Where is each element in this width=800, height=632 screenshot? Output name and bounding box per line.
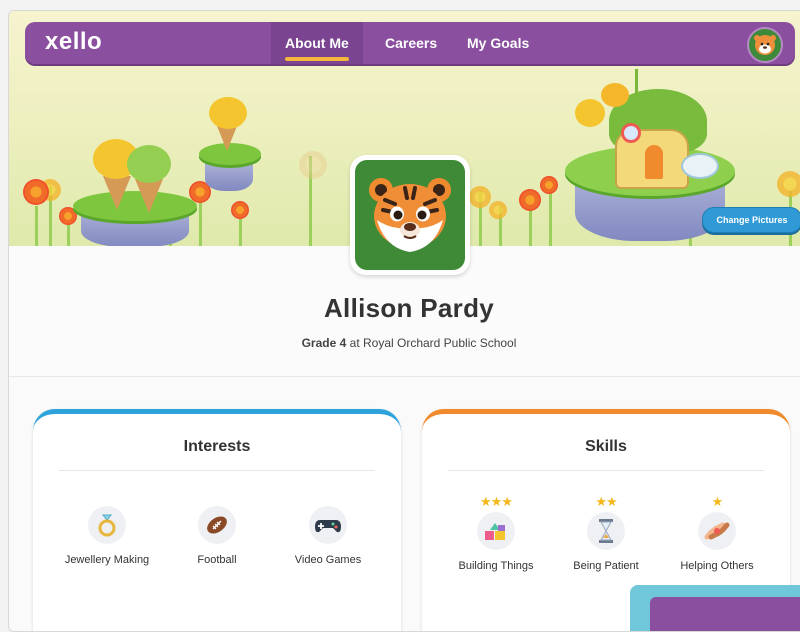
skill-item[interactable]: ★ Helping Others	[662, 494, 772, 572]
profile-name: Allison Pardy	[323, 293, 495, 323]
tab-about-me[interactable]: About Me	[271, 22, 363, 64]
ring-icon	[98, 514, 116, 537]
skill-label: Helping Others	[680, 560, 754, 572]
hourglass-icon	[599, 519, 613, 543]
user-avatar-button[interactable]	[747, 27, 783, 63]
tab-label: About Me	[285, 35, 349, 51]
skills-title: Skills	[585, 438, 627, 455]
interest-label: Football	[197, 554, 237, 566]
divider	[448, 470, 764, 471]
interests-title: Interests	[183, 438, 251, 455]
skill-rating-stars: ★	[711, 494, 724, 509]
game-controller-icon	[315, 520, 341, 533]
interest-item[interactable]: Video Games	[273, 506, 383, 566]
grade-label: Grade 4	[301, 336, 347, 350]
interest-item[interactable]: Jewellery Making	[52, 506, 162, 566]
divider	[59, 470, 375, 471]
tab-label: My Goals	[467, 35, 530, 51]
tab-label: Careers	[385, 35, 438, 51]
profile-grade: Grade 4 at Royal Orchard Public School	[9, 336, 800, 350]
xello-logo[interactable]: xello	[45, 28, 102, 56]
blocks-icon	[485, 523, 505, 540]
change-pictures-button[interactable]: Change Pictures	[702, 207, 800, 233]
tab-my-goals[interactable]: My Goals	[463, 22, 533, 64]
profile-avatar[interactable]	[350, 155, 470, 275]
interests-card: Interests Jewellery Making Football Vide…	[33, 409, 401, 631]
football-icon	[207, 516, 227, 534]
tab-careers[interactable]: Careers	[381, 22, 441, 64]
skill-item[interactable]: ★★ Being Patient	[551, 494, 661, 572]
tiger-face-icon	[754, 35, 776, 55]
skill-rating-stars: ★★	[595, 494, 617, 509]
skill-label: Building Things	[458, 560, 534, 572]
top-nav: xello About Me Careers My Goals	[25, 22, 795, 64]
helping-hands-icon	[704, 522, 730, 540]
active-tab-indicator	[285, 57, 349, 61]
interest-label: Jewellery Making	[64, 554, 150, 566]
app-window: Change Pictures xello About Me Careers M…	[8, 10, 800, 632]
interest-label: Video Games	[294, 554, 362, 566]
school-label: at Royal Orchard Public School	[349, 336, 517, 350]
interest-item[interactable]: Football	[162, 506, 272, 566]
skill-label: Being Patient	[573, 560, 639, 572]
tiger-face-icon	[369, 178, 451, 252]
corner-popup-widget[interactable]	[630, 585, 800, 631]
skill-item[interactable]: ★★★ Building Things	[441, 494, 551, 572]
skill-rating-stars: ★★★	[480, 494, 513, 509]
